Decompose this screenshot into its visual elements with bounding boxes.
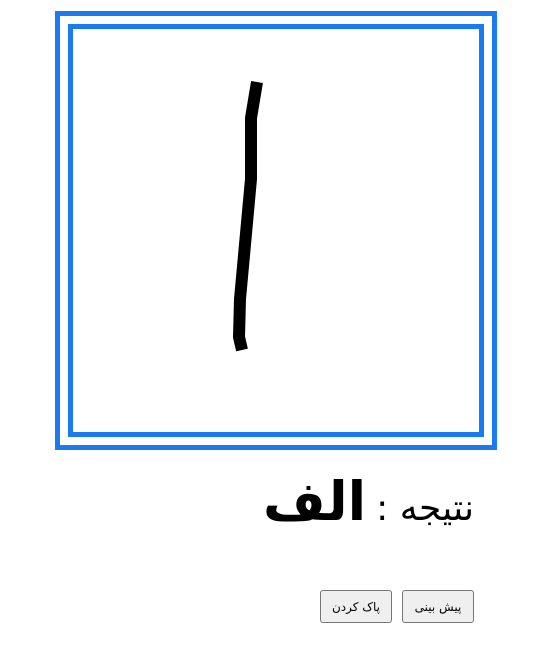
drawing-canvas-frame bbox=[55, 11, 497, 450]
drawing-canvas[interactable] bbox=[68, 24, 484, 437]
predict-button[interactable]: پیش بینی bbox=[402, 590, 474, 623]
result-label: نتیجه : bbox=[376, 488, 474, 529]
prediction-result: نتیجه : الف bbox=[263, 470, 474, 533]
action-buttons: پیش بینی پاک کردن bbox=[320, 590, 474, 623]
result-value: الف bbox=[263, 470, 367, 533]
clear-button[interactable]: پاک کردن bbox=[320, 590, 392, 623]
drawn-stroke bbox=[233, 81, 263, 352]
